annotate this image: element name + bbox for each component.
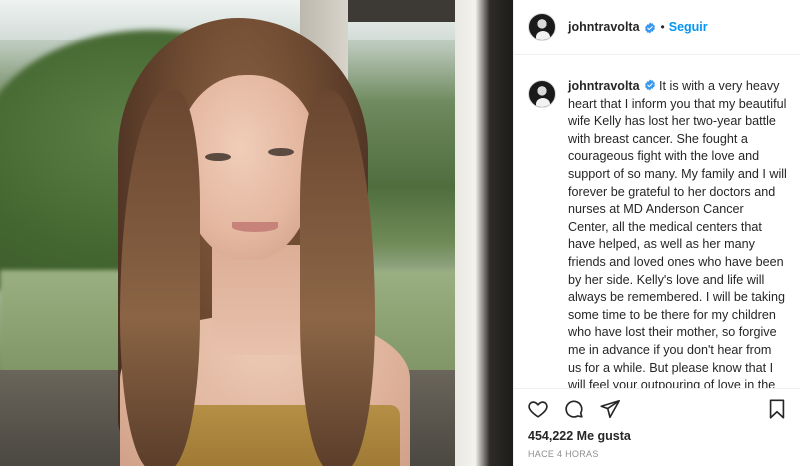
photo-window-post-right (455, 0, 513, 466)
likes-count[interactable]: 454,222 Me gusta (514, 429, 800, 443)
caption-text: It is with a very heavy heart that I inf… (568, 79, 787, 388)
caption-username[interactable]: johntravolta (568, 79, 640, 93)
separator-dot: • (660, 20, 665, 34)
caption-body: johntravolta It is with a very heavy hea… (568, 78, 787, 388)
actions-area: 454,222 Me gusta HACE 4 HORAS (514, 388, 800, 466)
post-photo[interactable] (0, 0, 513, 466)
caption-area: johntravolta It is with a very heavy hea… (514, 56, 800, 388)
send-icon (600, 399, 620, 419)
save-button[interactable] (765, 397, 789, 421)
photo-lips (232, 222, 278, 232)
photo-eye-left (205, 153, 231, 161)
photo-neck (212, 245, 307, 355)
like-button[interactable] (526, 397, 550, 421)
avatar[interactable] (528, 13, 556, 41)
heart-icon (528, 401, 548, 418)
action-bar (514, 389, 800, 429)
post-timestamp[interactable]: HACE 4 HORAS (514, 449, 800, 459)
follow-button[interactable]: Seguir (669, 20, 708, 34)
comment-button[interactable] (562, 397, 586, 421)
header-username[interactable]: johntravolta (568, 20, 640, 34)
post-header: johntravolta • Seguir (514, 0, 800, 55)
bookmark-icon (769, 399, 785, 419)
post-side-panel: johntravolta • Seguir johntravolta It is… (513, 0, 800, 466)
share-button[interactable] (598, 397, 622, 421)
caption-avatar[interactable] (528, 80, 556, 108)
verified-badge-icon (644, 22, 655, 34)
caption-verified-badge-icon (644, 79, 655, 91)
comment-icon (565, 400, 583, 418)
photo-eye-right (268, 148, 294, 156)
